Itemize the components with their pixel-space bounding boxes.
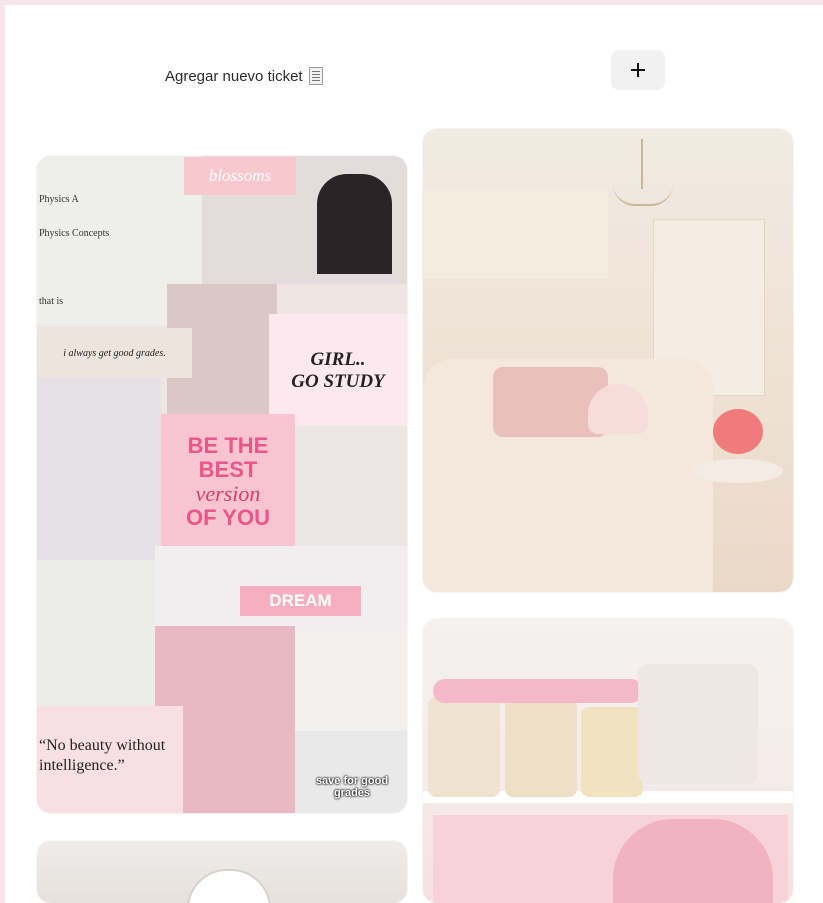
physics-note-2: Physics Concepts	[39, 228, 110, 239]
dream-tag: DREAM	[240, 586, 361, 616]
no-beauty-quote: “No beauty without intelligence.”	[37, 706, 183, 813]
be-the-best-version-text: BE THE BEST version OF YOU	[161, 414, 295, 546]
side-table	[693, 459, 783, 483]
heart-jars	[638, 664, 758, 784]
keyboard-photo	[37, 378, 161, 560]
pink-plates	[613, 819, 773, 903]
girl-text: GIRL..	[310, 349, 366, 370]
notes-photo	[295, 626, 407, 731]
good-grades-text: i always get good grades.	[37, 328, 192, 378]
receipt-icon	[308, 67, 323, 85]
flower-vase	[713, 409, 763, 454]
chandelier	[608, 139, 678, 224]
gallery-card-living-room[interactable]	[423, 129, 793, 592]
hair-silhouette	[317, 174, 392, 274]
gallery-card-pink-shelf[interactable]	[423, 619, 793, 903]
save-for-good-grades-text: save for good grades	[297, 731, 407, 813]
glass-jar-1	[428, 697, 500, 797]
plus-icon	[631, 63, 645, 77]
kitchen-cabinets	[423, 189, 608, 279]
glass-jar-3	[581, 707, 643, 797]
glass-jar-2	[505, 697, 577, 797]
add-ticket-label-row: Agregar nuevo ticket	[165, 62, 323, 90]
of-you-text: OF YOU	[186, 505, 270, 530]
papers-photo	[37, 560, 155, 706]
girl-go-study-text: GIRL.. GO STUDY	[269, 314, 407, 426]
blossoms-tag: blossoms	[184, 157, 296, 195]
go-study-text: GO STUDY	[291, 371, 385, 392]
version-text: version	[195, 481, 261, 506]
shell-decor	[187, 869, 271, 903]
add-ticket-button[interactable]	[611, 50, 665, 90]
physics-note-3: that is	[39, 296, 64, 307]
heart-lids	[433, 679, 643, 703]
main-panel: Agregar nuevo ticket Physics A Physics C…	[5, 5, 823, 903]
be-the-text: BE THE	[187, 433, 269, 458]
gallery-card-study-moodboard[interactable]: Physics A Physics Concepts that is bloss…	[37, 156, 407, 813]
best-text: BEST	[198, 457, 258, 482]
add-ticket-label: Agregar nuevo ticket	[165, 67, 303, 85]
physics-note-1: Physics A	[39, 194, 79, 205]
gallery-card-bottom-left[interactable]	[37, 841, 407, 903]
